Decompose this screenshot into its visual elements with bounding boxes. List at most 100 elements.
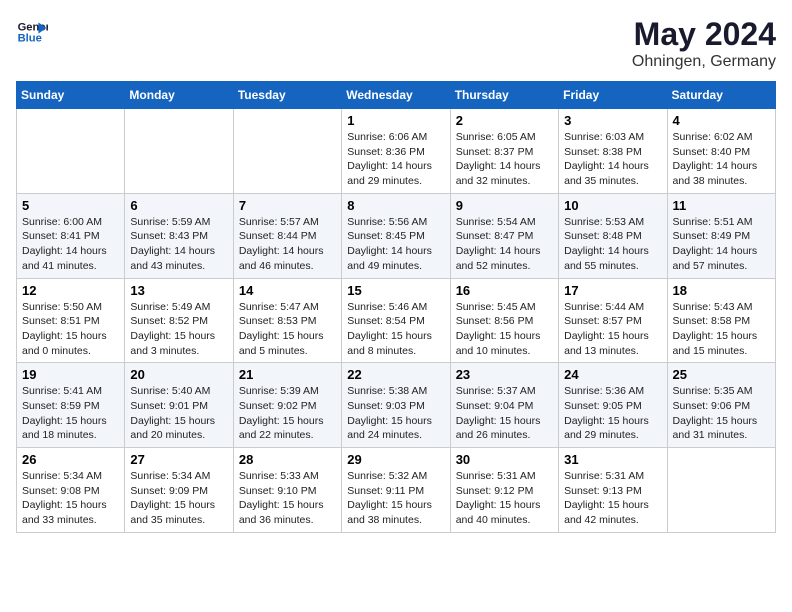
page-header: General Blue May 2024 Ohningen, Germany bbox=[16, 16, 776, 71]
day-number: 10 bbox=[564, 198, 661, 213]
day-number: 22 bbox=[347, 367, 444, 382]
logo: General Blue bbox=[16, 16, 48, 48]
day-number: 20 bbox=[130, 367, 227, 382]
calendar-day-cell: 26Sunrise: 5:34 AM Sunset: 9:08 PM Dayli… bbox=[17, 448, 125, 533]
calendar-day-cell: 20 Sunrise: 5:40 AM Sunset: 9:01 PM Dayli… bbox=[125, 363, 233, 448]
calendar-day-cell: 23Sunrise: 5:37 AM Sunset: 9:04 PM Dayli… bbox=[450, 363, 558, 448]
day-info: Sunrise: 5:41 AM Sunset: 8:59 PM Dayligh… bbox=[22, 384, 119, 443]
day-number: 3 bbox=[564, 113, 661, 128]
day-info: Sunrise: 5:38 AM Sunset: 9:03 PM Dayligh… bbox=[347, 384, 444, 443]
calendar-body: 1 Sunrise: 6:06 AM Sunset: 8:36 PM Daylig… bbox=[17, 109, 776, 533]
calendar-day-cell: 30 Sunrise: 5:31 AM Sunset: 9:12 PM Dayli… bbox=[450, 448, 558, 533]
weekday-label: Friday bbox=[559, 82, 667, 109]
day-info: Sunrise: 5:34 AM Sunset: 9:09 PM Dayligh… bbox=[130, 469, 227, 528]
day-number: 23 bbox=[456, 367, 553, 382]
calendar-day-cell: 16 Sunrise: 5:45 AM Sunset: 8:56 PM Dayli… bbox=[450, 278, 558, 363]
svg-text:Blue: Blue bbox=[18, 33, 42, 45]
day-number: 14 bbox=[239, 283, 336, 298]
calendar-day-cell: 3 Sunrise: 6:03 AM Sunset: 8:38 PM Daylig… bbox=[559, 109, 667, 194]
day-info: Sunrise: 5:56 AM Sunset: 8:45 PM Dayligh… bbox=[347, 215, 444, 274]
day-info: Sunrise: 6:02 AM Sunset: 8:40 PM Dayligh… bbox=[673, 130, 770, 189]
calendar-week-row: 5Sunrise: 6:00 AM Sunset: 8:41 PM Daylig… bbox=[17, 193, 776, 278]
weekday-label: Thursday bbox=[450, 82, 558, 109]
day-number: 17 bbox=[564, 283, 661, 298]
month-title: May 2024 bbox=[632, 16, 776, 53]
calendar-day-cell: 7 Sunrise: 5:57 AM Sunset: 8:44 PM Daylig… bbox=[233, 193, 341, 278]
day-number: 12 bbox=[22, 283, 119, 298]
calendar-day-cell: 27Sunrise: 5:34 AM Sunset: 9:09 PM Dayli… bbox=[125, 448, 233, 533]
weekday-label: Saturday bbox=[667, 82, 775, 109]
calendar-day-cell: 15 Sunrise: 5:46 AM Sunset: 8:54 PM Dayli… bbox=[342, 278, 450, 363]
calendar-day-cell: 21Sunrise: 5:39 AM Sunset: 9:02 PM Dayli… bbox=[233, 363, 341, 448]
day-number: 25 bbox=[673, 367, 770, 382]
day-number: 5 bbox=[22, 198, 119, 213]
weekday-label: Monday bbox=[125, 82, 233, 109]
day-info: Sunrise: 5:31 AM Sunset: 9:12 PM Dayligh… bbox=[456, 469, 553, 528]
calendar-day-cell: 14 Sunrise: 5:47 AM Sunset: 8:53 PM Dayli… bbox=[233, 278, 341, 363]
day-number: 30 bbox=[456, 452, 553, 467]
day-info: Sunrise: 5:57 AM Sunset: 8:44 PM Dayligh… bbox=[239, 215, 336, 274]
calendar-day-cell: 2 Sunrise: 6:05 AM Sunset: 8:37 PM Daylig… bbox=[450, 109, 558, 194]
day-number: 16 bbox=[456, 283, 553, 298]
day-info: Sunrise: 6:03 AM Sunset: 8:38 PM Dayligh… bbox=[564, 130, 661, 189]
weekday-label: Wednesday bbox=[342, 82, 450, 109]
calendar-day-cell: 13Sunrise: 5:49 AM Sunset: 8:52 PM Dayli… bbox=[125, 278, 233, 363]
day-info: Sunrise: 5:39 AM Sunset: 9:02 PM Dayligh… bbox=[239, 384, 336, 443]
calendar-day-cell: 24 Sunrise: 5:36 AM Sunset: 9:05 PM Dayli… bbox=[559, 363, 667, 448]
calendar-day-cell: 1 Sunrise: 6:06 AM Sunset: 8:36 PM Daylig… bbox=[342, 109, 450, 194]
calendar-day-cell: 5Sunrise: 6:00 AM Sunset: 8:41 PM Daylig… bbox=[17, 193, 125, 278]
day-number: 6 bbox=[130, 198, 227, 213]
day-number: 4 bbox=[673, 113, 770, 128]
day-number: 2 bbox=[456, 113, 553, 128]
calendar-week-row: 12Sunrise: 5:50 AM Sunset: 8:51 PM Dayli… bbox=[17, 278, 776, 363]
logo-icon: General Blue bbox=[16, 16, 48, 48]
day-number: 24 bbox=[564, 367, 661, 382]
calendar-day-cell: 6Sunrise: 5:59 AM Sunset: 8:43 PM Daylig… bbox=[125, 193, 233, 278]
day-info: Sunrise: 5:35 AM Sunset: 9:06 PM Dayligh… bbox=[673, 384, 770, 443]
calendar-day-cell: 12Sunrise: 5:50 AM Sunset: 8:51 PM Dayli… bbox=[17, 278, 125, 363]
day-info: Sunrise: 5:47 AM Sunset: 8:53 PM Dayligh… bbox=[239, 300, 336, 359]
calendar-week-row: 19 Sunrise: 5:41 AM Sunset: 8:59 PM Dayli… bbox=[17, 363, 776, 448]
day-info: Sunrise: 6:06 AM Sunset: 8:36 PM Dayligh… bbox=[347, 130, 444, 189]
calendar-day-cell: 28Sunrise: 5:33 AM Sunset: 9:10 PM Dayli… bbox=[233, 448, 341, 533]
weekday-header-row: SundayMondayTuesdayWednesdayThursdayFrid… bbox=[17, 82, 776, 109]
title-block: May 2024 Ohningen, Germany bbox=[632, 16, 776, 71]
day-info: Sunrise: 5:43 AM Sunset: 8:58 PM Dayligh… bbox=[673, 300, 770, 359]
calendar-day-cell: 17Sunrise: 5:44 AM Sunset: 8:57 PM Dayli… bbox=[559, 278, 667, 363]
day-info: Sunrise: 5:45 AM Sunset: 8:56 PM Dayligh… bbox=[456, 300, 553, 359]
calendar-day-cell: 31 Sunrise: 5:31 AM Sunset: 9:13 PM Dayli… bbox=[559, 448, 667, 533]
day-number: 28 bbox=[239, 452, 336, 467]
calendar-day-cell: 9Sunrise: 5:54 AM Sunset: 8:47 PM Daylig… bbox=[450, 193, 558, 278]
calendar-day-cell bbox=[233, 109, 341, 194]
day-number: 7 bbox=[239, 198, 336, 213]
calendar-day-cell: 19 Sunrise: 5:41 AM Sunset: 8:59 PM Dayli… bbox=[17, 363, 125, 448]
day-number: 11 bbox=[673, 198, 770, 213]
day-number: 26 bbox=[22, 452, 119, 467]
calendar-day-cell: 25 Sunrise: 5:35 AM Sunset: 9:06 PM Dayli… bbox=[667, 363, 775, 448]
day-info: Sunrise: 5:46 AM Sunset: 8:54 PM Dayligh… bbox=[347, 300, 444, 359]
calendar-day-cell: 29Sunrise: 5:32 AM Sunset: 9:11 PM Dayli… bbox=[342, 448, 450, 533]
calendar-week-row: 1 Sunrise: 6:06 AM Sunset: 8:36 PM Daylig… bbox=[17, 109, 776, 194]
day-info: Sunrise: 5:53 AM Sunset: 8:48 PM Dayligh… bbox=[564, 215, 661, 274]
day-info: Sunrise: 5:36 AM Sunset: 9:05 PM Dayligh… bbox=[564, 384, 661, 443]
day-number: 31 bbox=[564, 452, 661, 467]
calendar-day-cell bbox=[667, 448, 775, 533]
day-number: 29 bbox=[347, 452, 444, 467]
calendar-week-row: 26Sunrise: 5:34 AM Sunset: 9:08 PM Dayli… bbox=[17, 448, 776, 533]
calendar-day-cell bbox=[17, 109, 125, 194]
calendar-day-cell: 18Sunrise: 5:43 AM Sunset: 8:58 PM Dayli… bbox=[667, 278, 775, 363]
calendar-day-cell: 22 Sunrise: 5:38 AM Sunset: 9:03 PM Dayli… bbox=[342, 363, 450, 448]
day-info: Sunrise: 5:49 AM Sunset: 8:52 PM Dayligh… bbox=[130, 300, 227, 359]
calendar-day-cell: 10 Sunrise: 5:53 AM Sunset: 8:48 PM Dayli… bbox=[559, 193, 667, 278]
day-info: Sunrise: 6:05 AM Sunset: 8:37 PM Dayligh… bbox=[456, 130, 553, 189]
day-number: 19 bbox=[22, 367, 119, 382]
day-number: 8 bbox=[347, 198, 444, 213]
calendar-day-cell: 8 Sunrise: 5:56 AM Sunset: 8:45 PM Daylig… bbox=[342, 193, 450, 278]
weekday-label: Tuesday bbox=[233, 82, 341, 109]
day-number: 1 bbox=[347, 113, 444, 128]
day-info: Sunrise: 5:54 AM Sunset: 8:47 PM Dayligh… bbox=[456, 215, 553, 274]
day-info: Sunrise: 5:31 AM Sunset: 9:13 PM Dayligh… bbox=[564, 469, 661, 528]
day-info: Sunrise: 5:40 AM Sunset: 9:01 PM Dayligh… bbox=[130, 384, 227, 443]
day-number: 15 bbox=[347, 283, 444, 298]
calendar-day-cell bbox=[125, 109, 233, 194]
